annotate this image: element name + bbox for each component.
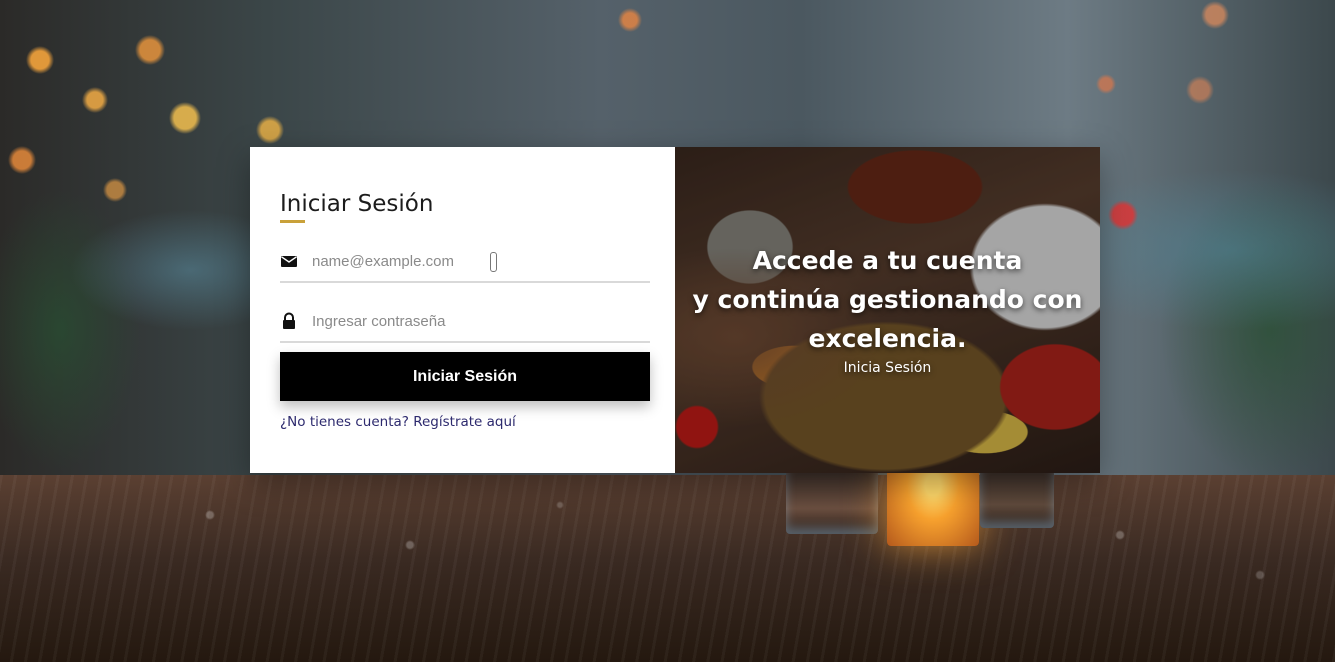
lock-icon xyxy=(280,312,298,330)
login-submit-button[interactable]: Iniciar Sesión xyxy=(280,352,650,401)
hero-line-1: Accede a tu cuenta xyxy=(752,246,1023,275)
text-cursor-indicator xyxy=(490,252,497,272)
email-field xyxy=(280,241,650,283)
hero-subtitle: Inicia Sesión xyxy=(843,360,932,376)
title-accent-underline xyxy=(280,220,305,223)
food-image-panel: Accede a tu cuenta y continúa gestionand… xyxy=(675,147,1100,473)
glass-candle-left xyxy=(786,470,878,534)
lit-candle xyxy=(887,470,979,546)
register-link[interactable]: ¿No tienes cuenta? Regístrate aquí xyxy=(280,414,516,430)
hero-line-2: y continúa gestionando con xyxy=(692,285,1083,314)
envelope-icon xyxy=(280,252,298,270)
glass-candle-right xyxy=(980,470,1054,528)
wet-table xyxy=(0,475,1335,662)
login-title: Iniciar Sesión xyxy=(280,191,434,217)
email-input[interactable] xyxy=(310,247,644,275)
hero-line-3: excelencia. xyxy=(808,324,967,353)
password-field xyxy=(280,301,650,343)
hero-message: Accede a tu cuenta y continúa gestionand… xyxy=(675,241,1100,358)
login-form-panel: Iniciar Sesión Iniciar Sesión ¿No xyxy=(250,147,675,473)
login-card: Iniciar Sesión Iniciar Sesión ¿No xyxy=(250,147,1100,473)
password-input[interactable] xyxy=(310,307,644,335)
